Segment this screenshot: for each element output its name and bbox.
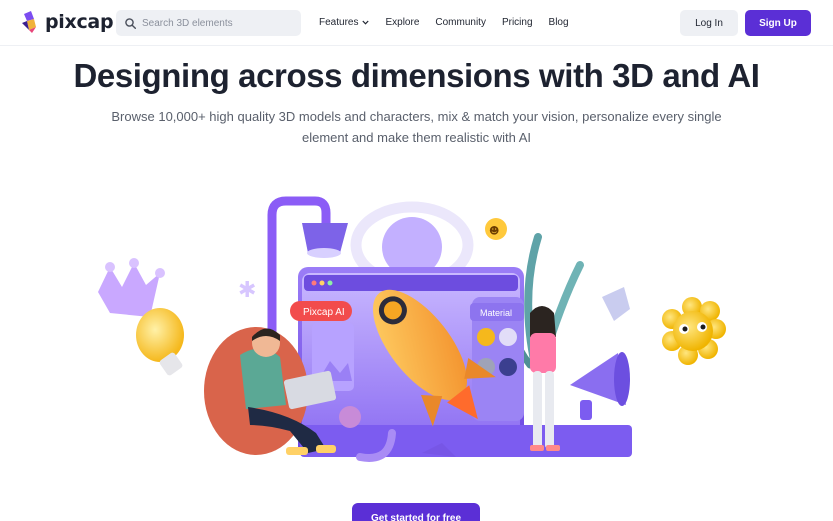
hero-illustration: ✱ ☻ Pixcap AI Material — [98, 196, 726, 462]
menu-item-label: Explore — [385, 17, 420, 28]
menu-item-community[interactable]: Community — [435, 17, 486, 28]
svg-text:☻: ☻ — [489, 225, 499, 237]
logo-text: pixcap — [45, 11, 114, 33]
signup-button[interactable]: Sign Up — [745, 10, 811, 36]
menu-item-label: Features — [319, 17, 359, 28]
svg-text:✱: ✱ — [238, 278, 256, 303]
monitor-object — [298, 267, 632, 457]
menu-item-blog[interactable]: Blog — [549, 17, 569, 28]
pixcap-logo-icon — [22, 11, 36, 33]
megaphone-object — [570, 352, 630, 420]
menu-item-label: Pricing — [501, 17, 533, 28]
menu-item-features[interactable]: Features — [319, 17, 370, 28]
crown-lightbulb-object — [98, 258, 184, 376]
hero-subhead: Browse 10,000+ high quality 3D models an… — [111, 109, 722, 145]
hero-headline: Designing across dimensions with 3D and … — [73, 57, 760, 94]
menu-item-label: Blog — [548, 17, 569, 28]
get-started-button[interactable]: Get started for free — [352, 503, 480, 521]
menu-item-label: Community — [435, 17, 486, 28]
main-menu: Features Explore Community Pricing Blog — [319, 17, 585, 28]
material-tag-label: Material — [480, 308, 512, 318]
pixcap-ai-tag: Pixcap AI — [290, 301, 352, 321]
top-navbar: pixcap Features Explore Community Pricin… — [0, 0, 833, 46]
material-tag: Material — [470, 303, 524, 321]
search-input[interactable] — [142, 17, 292, 29]
ai-tag-label: Pixcap AI — [303, 307, 345, 318]
logo[interactable]: pixcap — [22, 11, 114, 33]
menu-item-pricing[interactable]: Pricing — [502, 17, 533, 28]
login-button[interactable]: Log In — [680, 10, 738, 36]
sun-character-object — [662, 297, 726, 365]
search-bar[interactable] — [116, 10, 301, 36]
menu-item-explore[interactable]: Explore — [385, 17, 419, 28]
search-icon — [125, 17, 136, 29]
chevron-down-icon — [362, 20, 370, 25]
